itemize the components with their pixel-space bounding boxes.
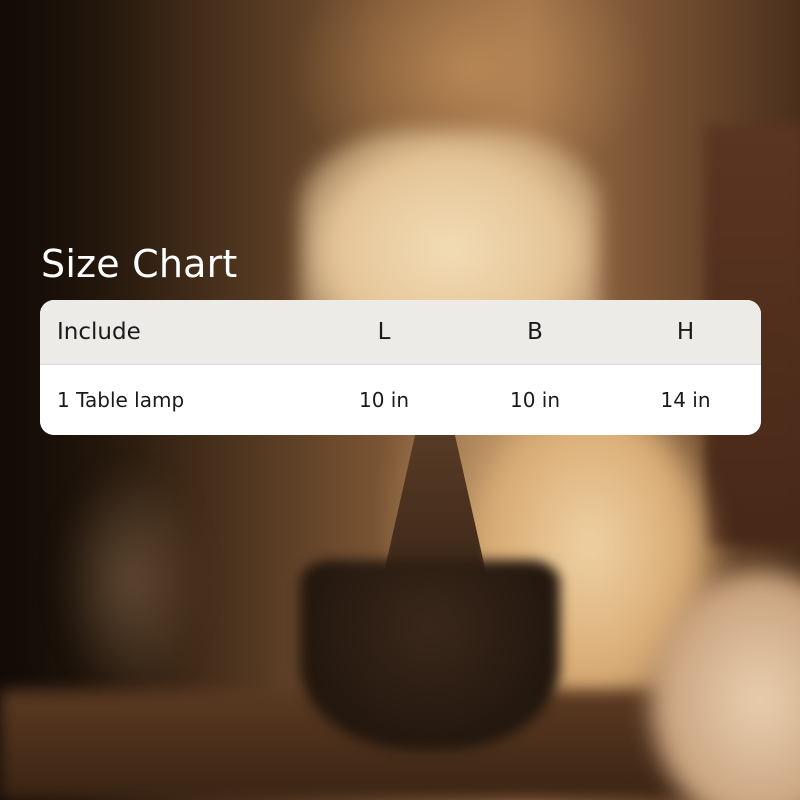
page-title: Size Chart <box>41 242 238 286</box>
header-include: Include <box>57 319 141 345</box>
table-header-row: Include L B H <box>40 300 761 365</box>
background-vase <box>60 470 200 690</box>
cell-include: 1 Table lamp <box>57 388 185 412</box>
size-chart-banner: Size Chart Include L B H 1 Table lamp 10… <box>0 0 800 800</box>
background-lamp-base <box>300 560 560 750</box>
table-row: 1 Table lamp 10 in 10 in 14 in <box>40 365 761 435</box>
header-breadth: B <box>527 319 543 345</box>
size-table: Include L B H 1 Table lamp 10 in 10 in 1… <box>40 300 761 435</box>
cell-height: 14 in <box>660 388 711 412</box>
cell-breadth: 10 in <box>509 388 561 412</box>
header-height: H <box>676 319 695 345</box>
cell-length: 10 in <box>358 388 410 412</box>
header-length: L <box>377 319 391 345</box>
